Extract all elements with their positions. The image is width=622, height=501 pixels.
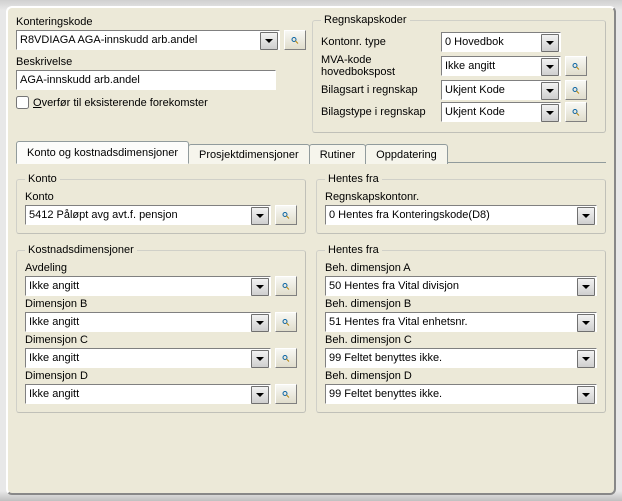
kost-label-3: Dimensjon D	[25, 370, 297, 382]
konteringskode-select[interactable]	[16, 30, 280, 50]
konteringskode-lookup-button[interactable]	[284, 30, 306, 50]
tab-oppdatering[interactable]: Oppdatering	[365, 144, 448, 164]
hentesfra1-legend: Hentes fra	[325, 173, 382, 185]
magnifier-icon	[282, 352, 290, 365]
magnifier-icon	[282, 388, 290, 401]
magnifier-icon	[282, 209, 290, 222]
regnskapskontonr-select[interactable]	[325, 205, 597, 225]
kost-select-1[interactable]	[25, 312, 271, 332]
konto-lookup-button[interactable]	[275, 205, 297, 225]
overfor-checkbox[interactable]	[16, 96, 29, 109]
beh-dim-label-0: Beh. dimensjon A	[325, 262, 597, 274]
kost-lookup-2[interactable]	[275, 348, 297, 368]
kostnadsdim-legend: Kostnadsdimensjoner	[25, 244, 137, 256]
regnskap-select-2[interactable]	[441, 80, 561, 100]
regnskap-lookup-2[interactable]	[565, 80, 587, 100]
beh-dim-select-0[interactable]	[325, 276, 597, 296]
konto-label: Konto	[25, 191, 297, 203]
kost-select-0[interactable]	[25, 276, 271, 296]
kost-label-0: Avdeling	[25, 262, 297, 274]
magnifier-icon	[572, 106, 580, 119]
regnskap-lookup-3[interactable]	[565, 102, 587, 122]
regnskap-select-3[interactable]	[441, 102, 561, 122]
beh-dim-label-2: Beh. dimensjon C	[325, 334, 597, 346]
magnifier-icon	[282, 316, 290, 329]
magnifier-icon	[291, 34, 299, 47]
kost-lookup-1[interactable]	[275, 312, 297, 332]
kost-select-2[interactable]	[25, 348, 271, 368]
beh-dim-select-2[interactable]	[325, 348, 597, 368]
kost-label-1: Dimensjon B	[25, 298, 297, 310]
konteringskode-label: Konteringskode	[16, 16, 306, 28]
beskrivelse-input[interactable]	[16, 70, 276, 90]
kost-lookup-0[interactable]	[275, 276, 297, 296]
tab-konto-dim[interactable]: Konto og kostnadsdimensjoner	[16, 141, 189, 164]
regnskap-select-1[interactable]	[441, 56, 561, 76]
overfor-checkbox-row[interactable]: Overfør til eksisterende forekomster	[16, 96, 306, 109]
magnifier-icon	[572, 84, 580, 97]
beh-dim-label-1: Beh. dimensjon B	[325, 298, 597, 310]
tab-prosjekt[interactable]: Prosjektdimensjoner	[188, 144, 310, 164]
magnifier-icon	[282, 280, 290, 293]
regnskap-select-0[interactable]	[441, 32, 561, 52]
regnskapskontonr-label: Regnskapskontonr.	[325, 191, 597, 203]
regnskap-label-1: MVA-kode hovedbokspost	[321, 54, 437, 78]
kost-select-3[interactable]	[25, 384, 271, 404]
konto-select[interactable]	[25, 205, 271, 225]
kost-lookup-3[interactable]	[275, 384, 297, 404]
tab-rutiner[interactable]: Rutiner	[309, 144, 366, 164]
regnskap-label-3: Bilagstype i regnskap	[321, 106, 437, 118]
regnskap-label-0: Kontonr. type	[321, 36, 437, 48]
kost-label-2: Dimensjon C	[25, 334, 297, 346]
beh-dim-select-1[interactable]	[325, 312, 597, 332]
beh-dim-select-3[interactable]	[325, 384, 597, 404]
regnskapskoder-legend: Regnskapskoder	[321, 14, 410, 26]
hentesfra2-legend: Hentes fra	[325, 244, 382, 256]
beh-dim-label-3: Beh. dimensjon D	[325, 370, 597, 382]
magnifier-icon	[572, 60, 580, 73]
regnskap-lookup-1[interactable]	[565, 56, 587, 76]
regnskap-label-2: Bilagsart i regnskap	[321, 84, 437, 96]
beskrivelse-label: Beskrivelse	[16, 56, 306, 68]
konto-legend: Konto	[25, 173, 60, 185]
